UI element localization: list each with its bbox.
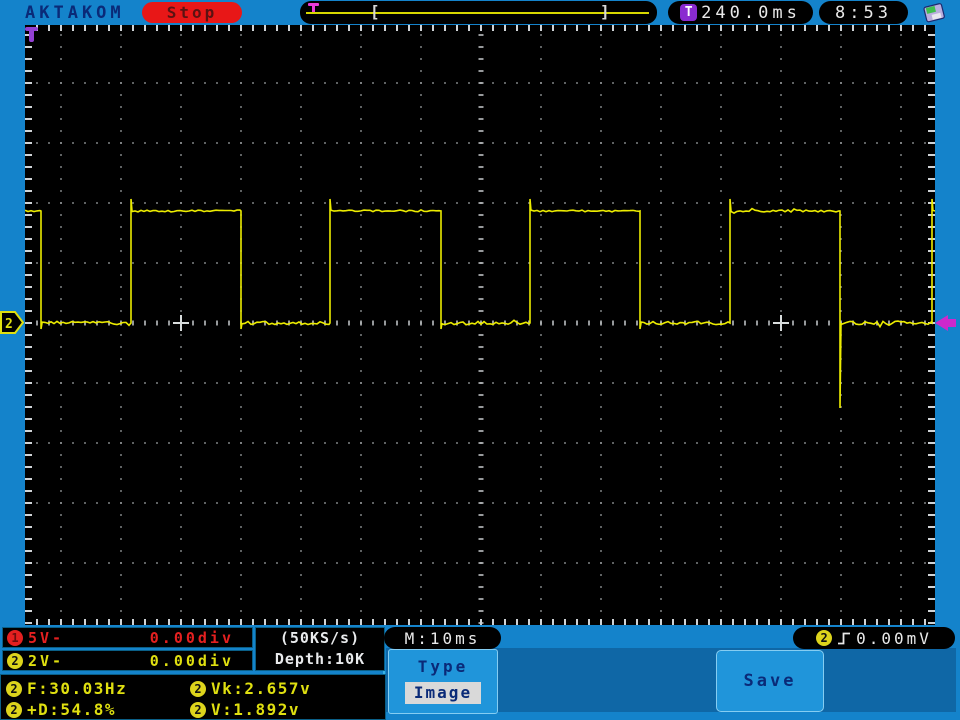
trigger-level-readout: 2 0.00mV [793, 627, 955, 649]
timebase-readout: M:10ms [384, 627, 501, 649]
memory-depth: Depth:10K [274, 650, 366, 668]
measurement-badge: 2 [190, 701, 206, 718]
measurement-vk: 2 Vk:2.657v [190, 679, 311, 698]
ch2-position: 0.00div [149, 651, 234, 670]
ch1-position: 0.00div [149, 628, 234, 647]
type-menu[interactable]: Type Image [388, 649, 498, 714]
menu-title: Type [417, 657, 469, 676]
measurement-voltage: 2 V:1.892v [190, 700, 300, 719]
window-left-bracket: [ [370, 2, 380, 21]
horizontal-position-bar[interactable]: [ ] [300, 1, 657, 24]
sample-rate: (50KS/s) [279, 629, 361, 647]
window-right-bracket: ] [600, 2, 610, 21]
trigger-position-marker-icon [312, 5, 315, 12]
graticule-and-trace [24, 25, 936, 625]
ch2-position-marker[interactable]: 2 [0, 311, 25, 334]
ch2-status-readout: 2 2V- 0.00div [2, 650, 253, 671]
ch1-status-readout: 1 5V- 0.00div [2, 627, 253, 648]
oscilloscope-screen: AKTAKOM Stop [ ] T 240.0ms 8:53 2 1 5V- … [0, 0, 960, 720]
measurement-badge: 2 [190, 680, 206, 697]
trigger-delay-readout: T 240.0ms [668, 1, 813, 24]
acquisition-readout: (50KS/s) Depth:10K [255, 627, 385, 671]
rising-edge-icon [838, 632, 851, 644]
menu-item-image[interactable]: Image [405, 682, 481, 704]
trigger-delay-value: 240.0ms [701, 2, 801, 23]
ch2-badge: 2 [7, 652, 23, 669]
trigger-level-arrow-icon[interactable] [934, 314, 958, 332]
ch1-scale: 5V- [28, 628, 65, 647]
trigger-icon: T [680, 4, 698, 21]
ch2-scale: 2V- [28, 651, 65, 670]
ch2-trace [24, 198, 936, 409]
measurement-badge: 2 [6, 680, 22, 697]
measurement-frequency: 2 F:30.03Hz [6, 679, 127, 698]
measurement-label: F:30.03Hz [27, 679, 128, 698]
measurement-label: Vk:2.657v [211, 679, 312, 698]
horizontal-position-line [306, 12, 649, 14]
ch1-badge: 1 [7, 629, 23, 646]
measurement-label: V:1.892v [211, 700, 301, 719]
measurement-duty: 2 +D:54.8% [6, 700, 116, 719]
trigger-corner-icon [29, 27, 34, 42]
ch2-marker-label: 2 [5, 317, 13, 332]
trigger-level-value: 0.00mV [856, 628, 932, 648]
waveform-display [24, 25, 936, 625]
measurement-label: +D:54.8% [27, 700, 117, 719]
clock: 8:53 [819, 1, 908, 24]
brand-logo: AKTAKOM [25, 3, 125, 23]
usb-disk-icon [923, 3, 945, 23]
trigger-source-badge: 2 [816, 630, 833, 646]
save-button[interactable]: Save [716, 650, 824, 712]
run-state-button[interactable]: Stop [142, 2, 242, 23]
measurement-badge: 2 [6, 701, 22, 718]
